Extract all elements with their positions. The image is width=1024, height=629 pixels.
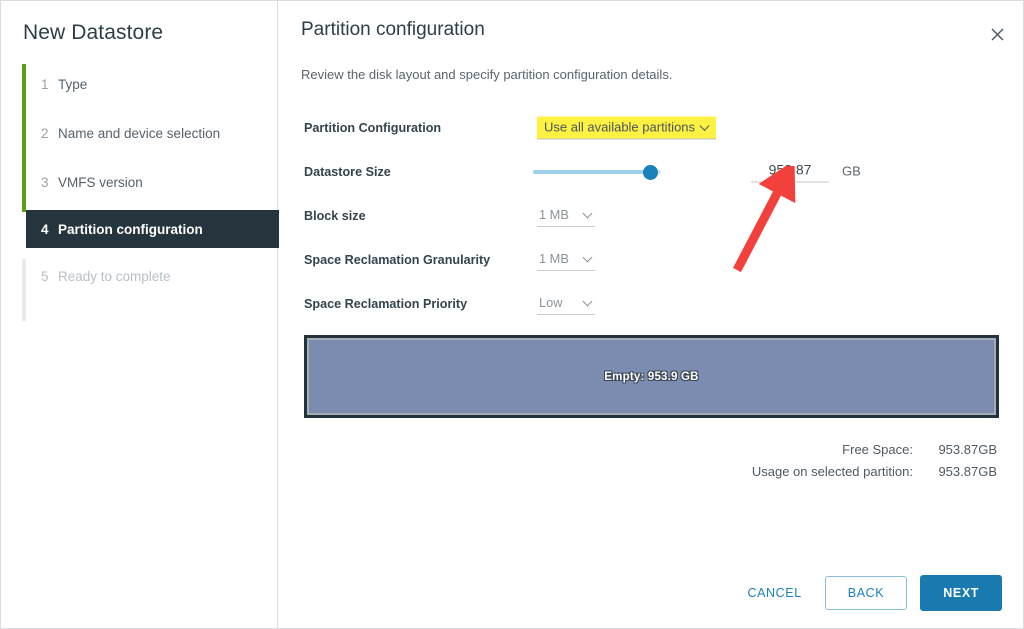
page-subtitle: Review the disk layout and specify parti… [301,67,673,82]
slider-handle[interactable] [643,165,658,180]
space-reclamation-granularity-value: 1 MB [539,251,569,266]
partition-configuration-form: Partition Configuration Use all availabl… [279,106,1023,326]
space-reclamation-granularity-select[interactable]: 1 MB [537,249,595,271]
block-size-value: 1 MB [539,207,569,222]
sidebar-step-ready-to-complete[interactable]: 5 Ready to complete [22,256,278,296]
label-partition-configuration: Partition Configuration [304,121,442,135]
row-datastore-size: Datastore Size GB [279,150,1023,194]
wizard-sidebar: New Datastore 1 Type 2 Name and device s… [1,1,282,628]
wizard-content: Partition configuration Review the disk … [279,1,1023,628]
disk-layout-bar[interactable]: Empty: 953.9 GB [304,335,999,418]
datastore-size-field: GB [751,161,861,183]
page-title: Partition configuration [301,19,485,40]
space-reclamation-priority-select-box[interactable]: Low [537,293,595,315]
step-number: 2 [41,125,49,141]
usage-value: 953.87GB [938,464,997,479]
block-size-select[interactable]: 1 MB [537,205,595,227]
label-block-size: Block size [304,209,366,223]
close-icon[interactable] [984,21,1010,47]
chevron-down-icon [701,123,710,132]
usage-label: Usage on selected partition: [751,464,913,479]
label-space-reclamation-priority: Space Reclamation Priority [304,297,468,311]
step-label: Partition configuration [58,221,203,237]
row-space-reclamation-granularity: Space Reclamation Granularity 1 MB [279,238,1023,282]
chevron-down-icon [584,254,593,263]
chevron-down-icon [584,298,593,307]
disk-layout-segment-label: Empty: 953.9 GB [604,370,699,383]
summary-row-usage: Usage on selected partition: 953.87GB [752,461,997,483]
label-datastore-size: Datastore Size [304,165,391,179]
datastore-size-unit: GB [842,163,861,179]
summary-row-free-space: Free Space: 953.87GB [752,439,997,461]
wizard-step-list: 1 Type 2 Name and device selection 3 VMF… [22,64,282,321]
row-block-size: Block size 1 MB [279,194,1023,238]
capacity-summary: Free Space: 953.87GB Usage on selected p… [752,439,997,483]
partition-configuration-select-box[interactable]: Use all available partitions [537,116,717,140]
row-space-reclamation-priority: Space Reclamation Priority Low [279,282,1023,326]
back-button[interactable]: BACK [824,576,908,610]
step-number: 5 [41,268,49,284]
datastore-size-input[interactable] [751,161,829,183]
step-number: 1 [41,76,49,92]
row-partition-configuration: Partition Configuration Use all availabl… [279,106,1023,150]
step-label: Type [58,76,88,92]
space-reclamation-priority-value: Low [539,295,563,310]
sidebar-step-partition-configuration[interactable]: 4 Partition configuration [26,210,282,248]
space-reclamation-granularity-select-box[interactable]: 1 MB [537,249,595,271]
free-space-label: Free Space: [842,442,913,457]
step-number: 4 [41,221,49,237]
step-label: Ready to complete [58,268,171,284]
sidebar-step-type[interactable]: 1 Type [22,64,278,104]
next-button[interactable]: NEXT [920,575,1002,611]
chevron-down-icon [584,210,593,219]
step-label: VMFS version [58,174,143,190]
slider-track-fill [533,170,651,174]
label-space-reclamation-granularity: Space Reclamation Granularity [304,253,491,267]
wizard-title: New Datastore [23,21,164,44]
step-number: 3 [41,174,49,190]
space-reclamation-priority-select[interactable]: Low [537,293,595,315]
free-space-value: 953.87GB [938,442,997,457]
block-size-select-box[interactable]: 1 MB [537,205,595,227]
step-label: Name and device selection [58,125,221,141]
partition-configuration-select[interactable]: Use all available partitions [537,116,717,140]
partition-configuration-value: Use all available partitions [544,119,696,135]
cancel-button[interactable]: CANCEL [737,578,811,608]
wizard-footer: CANCEL BACK NEXT [737,575,1002,611]
sidebar-step-name-and-device-selection[interactable]: 2 Name and device selection [22,113,278,153]
new-datastore-wizard: New Datastore 1 Type 2 Name and device s… [0,0,1024,629]
datastore-size-slider[interactable] [533,162,673,182]
sidebar-step-vmfs-version[interactable]: 3 VMFS version [22,162,278,202]
